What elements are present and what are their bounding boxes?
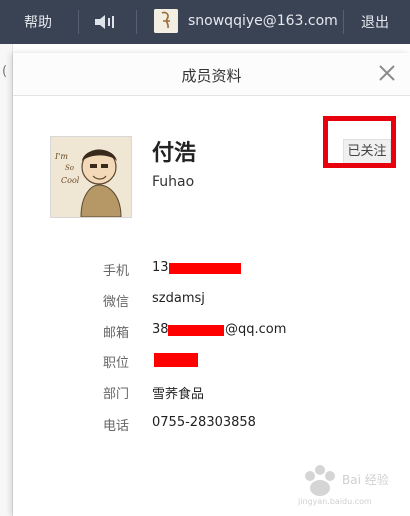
svg-text:jingyan.baidu.com: jingyan.baidu.com (297, 497, 372, 506)
dialog-header: 成员资料 (13, 53, 410, 96)
telephone-label: 电话 (103, 419, 130, 434)
phone-label: 手机 (103, 264, 130, 279)
member-pinyin: Fuhao (152, 174, 195, 190)
redaction-mark (154, 353, 198, 367)
phone-value: 13 (152, 260, 169, 275)
logout-link[interactable]: 退出 (361, 12, 389, 32)
divider (78, 10, 79, 34)
avatar-caption: So (65, 164, 74, 172)
email-value-suffix: @qq.com (225, 322, 287, 337)
wechat-value: szdamsj (152, 291, 205, 306)
department-value: 雪荞食品 (152, 387, 205, 402)
close-icon[interactable] (375, 61, 399, 85)
divider (136, 10, 137, 34)
email-label: 邮箱 (103, 326, 130, 341)
user-avatar[interactable] (154, 9, 178, 33)
avatar-caption: I'm (54, 152, 68, 161)
account-email[interactable]: snowqqiye@163.com (188, 13, 338, 29)
department-label: 部门 (103, 387, 130, 402)
email-value-prefix: 38 (152, 322, 169, 337)
member-name: 付浩 (152, 141, 197, 166)
volume-icon[interactable] (94, 13, 116, 31)
background-text: ( (2, 64, 8, 79)
svg-text:Bai 经验: Bai 经验 (342, 472, 389, 487)
highlight-annotation (323, 116, 396, 168)
avatar-caption: Cool (61, 176, 80, 185)
help-link[interactable]: 帮助 (24, 12, 52, 32)
divider (343, 10, 344, 34)
telephone-value: 0755-28303858 (152, 415, 256, 430)
wechat-label: 微信 (103, 295, 130, 310)
background-panel: ( (0, 44, 13, 516)
dialog-title: 成员资料 (181, 67, 242, 85)
member-profile-dialog: 成员资料 I'm So Cool 付浩 Fuhao 已关注 手机 13 微信 s… (13, 53, 410, 516)
top-bar: 帮助 snowqqiye@163.com 退出 (0, 0, 410, 44)
redaction-mark (169, 263, 241, 274)
redaction-mark (168, 325, 224, 336)
baidu-watermark: Bai 经验 jingyan.baidu.com (297, 465, 389, 506)
profile-avatar: I'm So Cool (50, 136, 132, 218)
position-label: 职位 (103, 356, 130, 371)
